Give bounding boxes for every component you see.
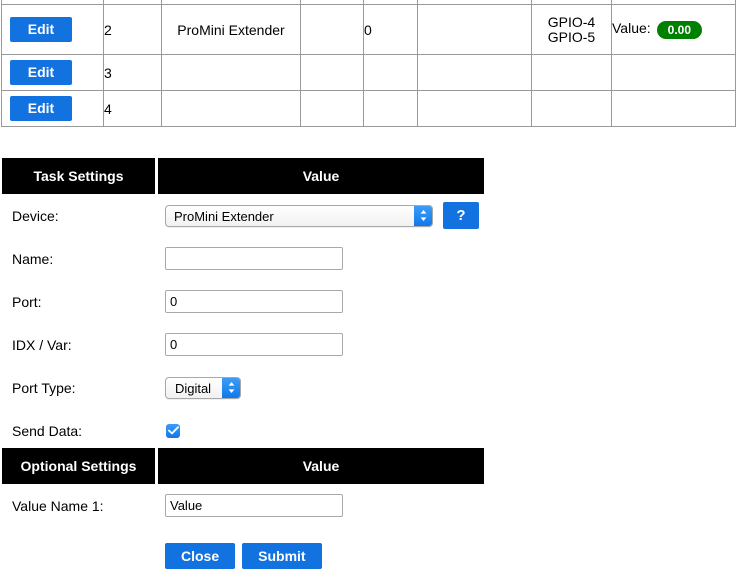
value-name-1-label: Value Name 1: bbox=[12, 497, 104, 514]
send-data-row: Send Data: bbox=[2, 409, 484, 452]
cell-blank2 bbox=[417, 90, 532, 127]
cell-task-number: 4 bbox=[103, 90, 162, 127]
device-field: ProMini Extender ? bbox=[165, 202, 484, 229]
idx-var-row: IDX / Var: bbox=[2, 323, 484, 366]
task-settings-section: Task Settings Value Device: ProMini Exte… bbox=[2, 158, 484, 452]
cell-device-name bbox=[161, 90, 301, 127]
send-data-field bbox=[165, 423, 484, 438]
name-row: Name: bbox=[2, 237, 484, 280]
cell-blank1 bbox=[300, 90, 364, 127]
cell-blank2 bbox=[417, 4, 532, 55]
task-settings-value-header-label: Value bbox=[158, 158, 484, 194]
optional-settings-header-label: Optional Settings bbox=[2, 448, 155, 484]
cell-gpio bbox=[531, 54, 612, 91]
value-name-1-input[interactable] bbox=[165, 494, 343, 517]
form-actions: Close Submit bbox=[165, 543, 322, 569]
name-field bbox=[165, 247, 484, 270]
device-help-button[interactable]: ? bbox=[443, 202, 479, 229]
table-row: Edit 3 bbox=[1, 54, 736, 91]
device-label: Device: bbox=[12, 207, 59, 224]
value-badge: 0.00 bbox=[656, 20, 703, 39]
edit-button-task-4[interactable]: Edit bbox=[10, 96, 72, 121]
cell-edit: Edit bbox=[1, 4, 104, 55]
cell-device-name: ProMini Extender bbox=[161, 4, 301, 55]
cell-gpio-pins: GPIO-4 GPIO-5 bbox=[531, 4, 612, 55]
device-row: Device: ProMini Extender ? bbox=[2, 194, 484, 237]
port-type-row: Port Type: Digital bbox=[2, 366, 484, 409]
port-row: Port: bbox=[2, 280, 484, 323]
value-label: Value: bbox=[612, 20, 651, 37]
table-row: Edit 4 bbox=[1, 90, 736, 127]
cell-port: 0 bbox=[363, 4, 418, 55]
edit-button-task-3[interactable]: Edit bbox=[10, 60, 72, 85]
cell-value: Value: 0.00 bbox=[611, 4, 736, 55]
submit-button[interactable]: Submit bbox=[242, 543, 322, 569]
cell-blank2 bbox=[417, 54, 532, 91]
port-type-field: Digital bbox=[165, 376, 484, 399]
port-type-label: Port Type: bbox=[12, 379, 76, 396]
devices-table: Edit 2 ProMini Extender 0 GPIO-4 GPIO-5 … bbox=[1, 0, 736, 127]
port-input[interactable] bbox=[165, 290, 343, 313]
cell-edit: Edit bbox=[1, 54, 104, 91]
idx-var-label: IDX / Var: bbox=[12, 336, 72, 353]
cell-port bbox=[363, 90, 418, 127]
cell-task-number: 3 bbox=[103, 54, 162, 91]
cell-gpio bbox=[531, 90, 612, 127]
send-data-checkbox[interactable] bbox=[166, 423, 180, 438]
idx-var-input[interactable] bbox=[165, 333, 343, 356]
cell-value bbox=[611, 54, 736, 91]
name-input[interactable] bbox=[165, 247, 343, 270]
send-data-label: Send Data: bbox=[12, 422, 83, 439]
idx-var-field bbox=[165, 333, 484, 356]
cell-edit: Edit bbox=[1, 90, 104, 127]
checkmark-icon bbox=[167, 426, 179, 435]
name-label: Name: bbox=[12, 250, 54, 267]
cell-port bbox=[363, 54, 418, 91]
value-name-1-field bbox=[165, 494, 484, 517]
cell-blank1 bbox=[300, 54, 364, 91]
cell-task-number: 2 bbox=[103, 4, 162, 55]
task-settings-header-label: Task Settings bbox=[2, 158, 155, 194]
devices-table-container: Edit 2 ProMini Extender 0 GPIO-4 GPIO-5 … bbox=[0, 0, 737, 127]
cell-device-name bbox=[161, 54, 301, 91]
gpio-pin-2: GPIO-5 bbox=[547, 28, 596, 45]
port-type-select-value: Digital bbox=[174, 380, 212, 396]
optional-settings-header: Optional Settings Value bbox=[2, 448, 484, 484]
port-label: Port: bbox=[12, 293, 42, 310]
chevron-up-down-icon bbox=[222, 377, 240, 398]
close-button[interactable]: Close bbox=[165, 543, 236, 569]
device-select-value: ProMini Extender bbox=[174, 208, 274, 224]
value-name-1-row: Value Name 1: bbox=[2, 484, 484, 527]
device-select[interactable]: ProMini Extender bbox=[165, 204, 433, 227]
optional-settings-section: Optional Settings Value Value Name 1: bbox=[2, 448, 484, 527]
cell-value bbox=[611, 90, 736, 127]
edit-button-task-2[interactable]: Edit bbox=[10, 17, 72, 42]
optional-settings-value-header-label: Value bbox=[158, 448, 484, 484]
port-type-select[interactable]: Digital bbox=[165, 376, 241, 399]
cell-blank1 bbox=[300, 4, 364, 55]
port-field bbox=[165, 290, 484, 313]
task-settings-header: Task Settings Value bbox=[2, 158, 484, 194]
table-row: Edit 2 ProMini Extender 0 GPIO-4 GPIO-5 … bbox=[1, 4, 736, 55]
chevron-up-down-icon bbox=[414, 205, 432, 226]
gpio-pin-1: GPIO-4 bbox=[547, 13, 596, 30]
